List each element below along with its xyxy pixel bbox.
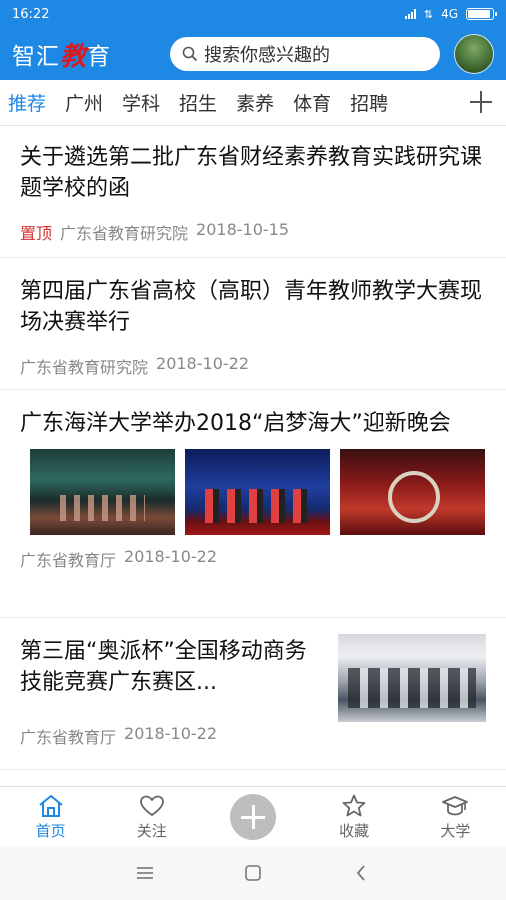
- list-item[interactable]: 广东海洋大学举办2018“启梦海大”迎新晚会 广东省教育厅 2018-10-22: [0, 390, 506, 618]
- bottom-nav: 首页 关注 收藏 大学: [0, 786, 506, 846]
- article-title: 关于遴选第二批广东省财经素养教育实践研究课题学校的函: [20, 145, 483, 201]
- article-date: 2018-10-15: [196, 220, 290, 239]
- nav-label: 关注: [136, 821, 167, 840]
- list-item[interactable]: 第四届广东省高校（高职）青年教师教学大赛现场决赛举行 广东省教育研究院 2018…: [0, 258, 506, 390]
- tab-literacy[interactable]: 素养: [236, 80, 274, 126]
- tab-subject[interactable]: 学科: [122, 80, 160, 126]
- article-meta: 置顶 广东省教育研究院 2018-10-15: [20, 220, 486, 244]
- article-meta: 广东省教育厅 2018-10-22: [20, 724, 486, 748]
- tab-admission[interactable]: 招生: [179, 80, 217, 126]
- tab-recommend[interactable]: 推荐: [8, 80, 46, 126]
- network-type: 4G: [441, 7, 458, 21]
- article-date: 2018-10-22: [124, 547, 217, 566]
- image-gallery: [20, 449, 486, 535]
- article-title: 广东海洋大学举办2018“启梦海大”迎新晚会: [20, 411, 451, 436]
- nav-home[interactable]: 首页: [0, 787, 101, 847]
- search-icon: [182, 46, 198, 62]
- tab-guangzhou[interactable]: 广州: [65, 80, 103, 126]
- search-input[interactable]: 搜索你感兴趣的: [170, 37, 440, 71]
- nav-label: 收藏: [339, 821, 370, 840]
- back-icon[interactable]: [349, 861, 373, 885]
- add-button[interactable]: [202, 787, 303, 847]
- article-title: 第三届“奥派杯”全国移动商务技能竞赛广东赛区...: [20, 639, 307, 695]
- list-item[interactable]: [0, 770, 506, 786]
- system-nav-bar: [0, 846, 506, 900]
- menu-icon[interactable]: [133, 861, 157, 885]
- article-meta: 广东省教育研究院 2018-10-22: [20, 354, 486, 378]
- article-date: 2018-10-22: [156, 354, 249, 373]
- avatar[interactable]: [454, 34, 494, 74]
- nav-follow[interactable]: 关注: [101, 787, 202, 847]
- category-tabs: 推荐 广州 学科 招生 素养 体育 招聘: [0, 80, 506, 126]
- article-source: 广东省教育研究院: [20, 358, 149, 377]
- status-time: 16:22: [12, 6, 50, 22]
- home-button-icon[interactable]: [241, 861, 265, 885]
- article-source: 广东省教育厅: [20, 551, 117, 570]
- app-header: 智汇教育 搜索你感兴趣的: [0, 28, 506, 80]
- heart-icon: [139, 795, 164, 816]
- article-meta: 广东省教育厅 2018-10-22: [20, 547, 486, 571]
- news-feed: 关于遴选第二批广东省财经素养教育实践研究课题学校的函 置顶 广东省教育研究院 2…: [0, 126, 506, 786]
- add-tab-icon[interactable]: [470, 91, 492, 113]
- signal-icon: [404, 9, 416, 19]
- nav-label: 首页: [35, 821, 66, 840]
- article-title: 第四届广东省高校（高职）青年教师教学大赛现场决赛举行: [20, 279, 483, 335]
- red-stage-photo: [340, 449, 485, 535]
- list-item[interactable]: 第三届“奥派杯”全国移动商务技能竞赛广东赛区... 广东省教育厅 2018-10…: [0, 618, 506, 770]
- app-logo: 智汇教育: [12, 41, 112, 72]
- tab-sports[interactable]: 体育: [293, 80, 331, 126]
- nav-favorites[interactable]: 收藏: [304, 787, 405, 847]
- status-bar: 16:22 ⇅ 4G: [0, 0, 506, 28]
- home-icon: [38, 794, 63, 817]
- data-arrows-icon: ⇅: [423, 7, 434, 21]
- article-source: 广东省教育厅: [20, 728, 117, 747]
- article-source: 广东省教育研究院: [60, 224, 189, 243]
- computer-lab-photo: [338, 634, 486, 722]
- nav-university[interactable]: 大学: [405, 787, 506, 847]
- tab-recruitment[interactable]: 招聘: [350, 80, 388, 126]
- dance-performance-photo: [30, 449, 175, 535]
- pinned-badge: 置顶: [20, 224, 53, 243]
- list-item[interactable]: 关于遴选第二批广东省财经素养教育实践研究课题学校的函 置顶 广东省教育研究院 2…: [0, 126, 506, 258]
- graduation-cap-icon: [442, 795, 469, 815]
- battery-icon: [466, 8, 497, 20]
- search-placeholder: 搜索你感兴趣的: [204, 45, 330, 66]
- stage-choir-photo: [185, 449, 330, 535]
- nav-label: 大学: [440, 821, 471, 840]
- add-icon: [229, 794, 276, 840]
- article-date: 2018-10-22: [124, 724, 217, 743]
- star-icon: [342, 794, 366, 816]
